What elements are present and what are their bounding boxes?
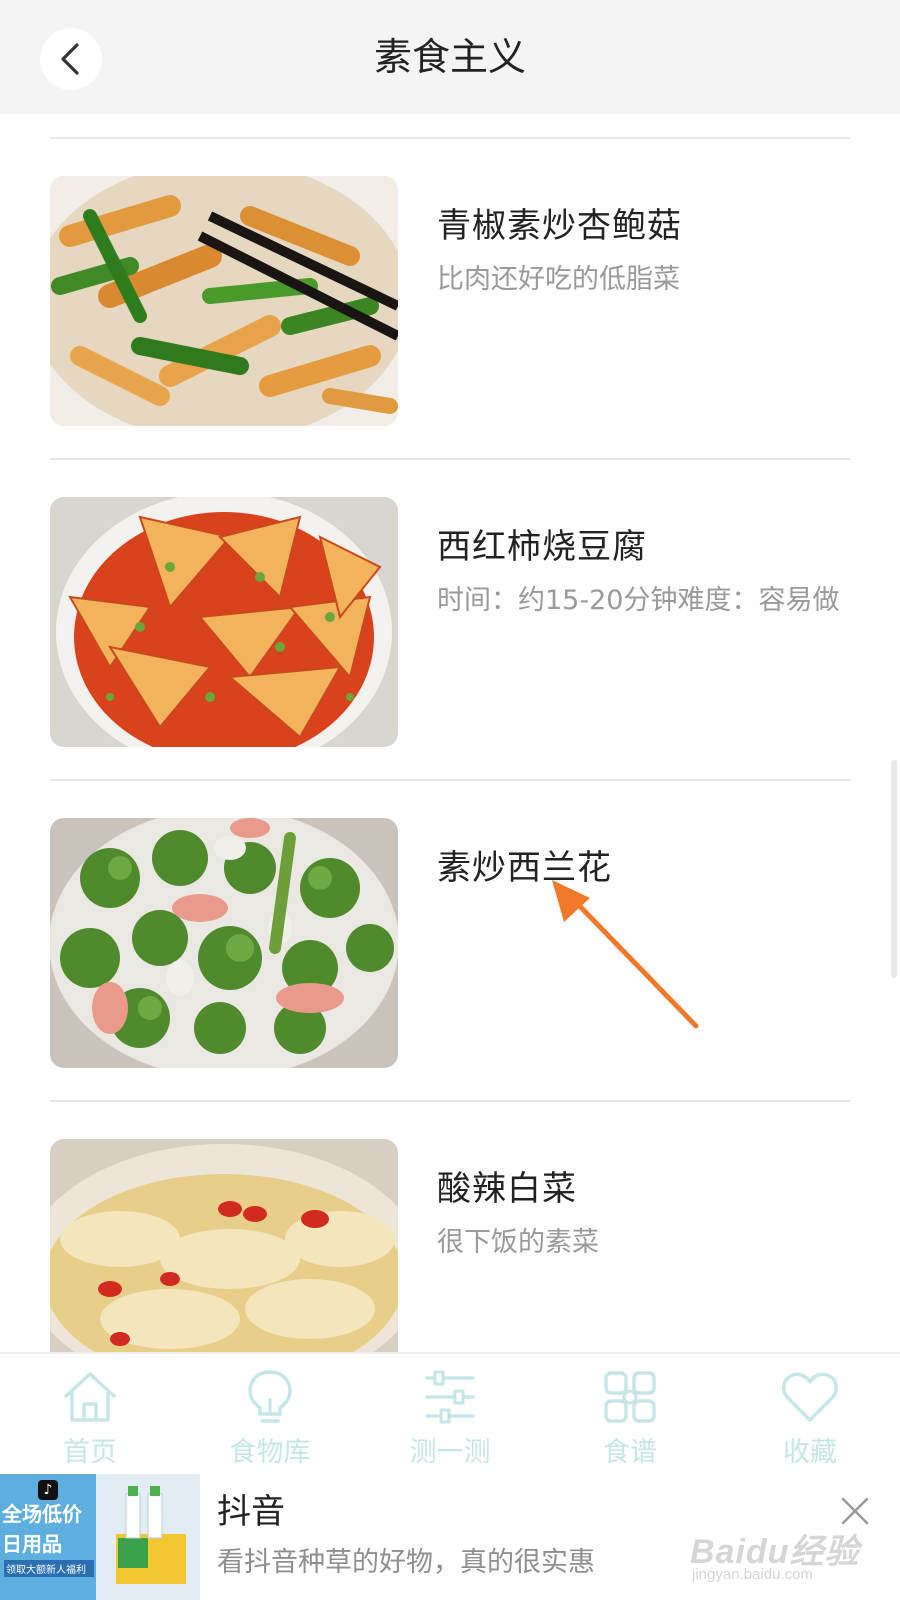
ad-title: 抖音	[217, 1492, 285, 1532]
tab-label: 首页	[63, 1437, 117, 1468]
recipe-image-mushroom	[50, 176, 398, 426]
recipe-image-tofu	[50, 497, 398, 747]
recipe-description: 时间：约15-20分钟难度：容易做	[437, 585, 840, 616]
tab-recipes[interactable]: 食谱	[540, 1354, 720, 1476]
heart-icon	[781, 1372, 839, 1422]
tab-label: 收藏	[783, 1437, 837, 1468]
back-button[interactable]	[40, 28, 102, 90]
watermark: Baidu经验 jingyan.baidu.com	[690, 1524, 860, 1584]
tiktok-logo-icon: ♪	[38, 1480, 58, 1500]
page-title: 素食主义	[373, 35, 526, 79]
annotation-arrow-icon	[552, 880, 699, 1029]
tab-label: 食物库	[229, 1437, 311, 1468]
recipe-title: 酸辣白菜	[437, 1169, 577, 1209]
watermark-url: jingyan.baidu.com	[692, 1566, 813, 1583]
ad-image-text: 领取大额新人福利	[4, 1560, 94, 1577]
ad-image-text: 日用品	[2, 1532, 62, 1556]
ad-description: 看抖音种草的好物，真的很实惠	[217, 1547, 595, 1578]
ad-image[interactable]: ♪ 全场低价 日用品 领取大额新人福利	[0, 1474, 200, 1600]
recipe-image-broccoli	[50, 818, 398, 1068]
recipe-item[interactable]: 青椒素炒杏鲍菇 比肉还好吃的低脂菜	[0, 138, 900, 458]
close-icon[interactable]	[838, 1494, 872, 1528]
tab-label: 测一测	[409, 1437, 491, 1468]
scrollbar-thumb[interactable]	[891, 760, 897, 978]
top-bar: 素食主义	[0, 0, 900, 114]
tab-test[interactable]: 测一测	[360, 1354, 540, 1476]
recipe-thumbnail[interactable]	[50, 497, 398, 747]
tab-label: 食谱	[603, 1437, 657, 1468]
ad-image-right	[96, 1474, 200, 1600]
recipe-list: 青椒素炒杏鲍菇 比肉还好吃的低脂菜 西红柿烧豆腐 时间：约15-20分钟难度：容…	[0, 114, 900, 1352]
recipe-thumbnail[interactable]	[50, 1139, 398, 1352]
recipe-description: 很下饭的素菜	[437, 1227, 599, 1258]
tab-food-library[interactable]: 食物库	[180, 1354, 360, 1476]
app-screen: 素食主义 青椒素炒杏鲍菇 比肉还好吃的低脂菜 西红柿烧豆腐 时间：约15-20分…	[0, 0, 900, 1600]
chevron-left-icon	[61, 43, 79, 75]
ad-image-text: 全场低价	[2, 1502, 82, 1526]
grid-icon	[604, 1371, 656, 1423]
tab-favorites[interactable]: 收藏	[720, 1354, 900, 1476]
lightbulb-icon	[248, 1370, 292, 1423]
recipe-item[interactable]: 西红柿烧豆腐 时间：约15-20分钟难度：容易做	[0, 459, 900, 779]
sliders-icon	[425, 1370, 475, 1424]
recipe-thumbnail[interactable]	[50, 176, 398, 426]
home-icon	[64, 1372, 116, 1422]
recipe-thumbnail[interactable]	[50, 818, 398, 1068]
recipe-image-cabbage	[50, 1139, 398, 1352]
recipe-title: 西红柿烧豆腐	[437, 527, 647, 567]
product-image	[116, 1486, 186, 1584]
tab-home[interactable]: 首页	[0, 1354, 180, 1476]
recipe-item[interactable]: 酸辣白菜 很下饭的素菜	[0, 1101, 900, 1352]
recipe-description: 比肉还好吃的低脂菜	[437, 264, 680, 295]
recipe-title: 青椒素炒杏鲍菇	[437, 206, 682, 246]
bottom-tab-bar: 首页 食物库 测一测 食谱 收藏	[0, 1352, 900, 1474]
recipe-item[interactable]: 素炒西兰花	[0, 780, 900, 1100]
